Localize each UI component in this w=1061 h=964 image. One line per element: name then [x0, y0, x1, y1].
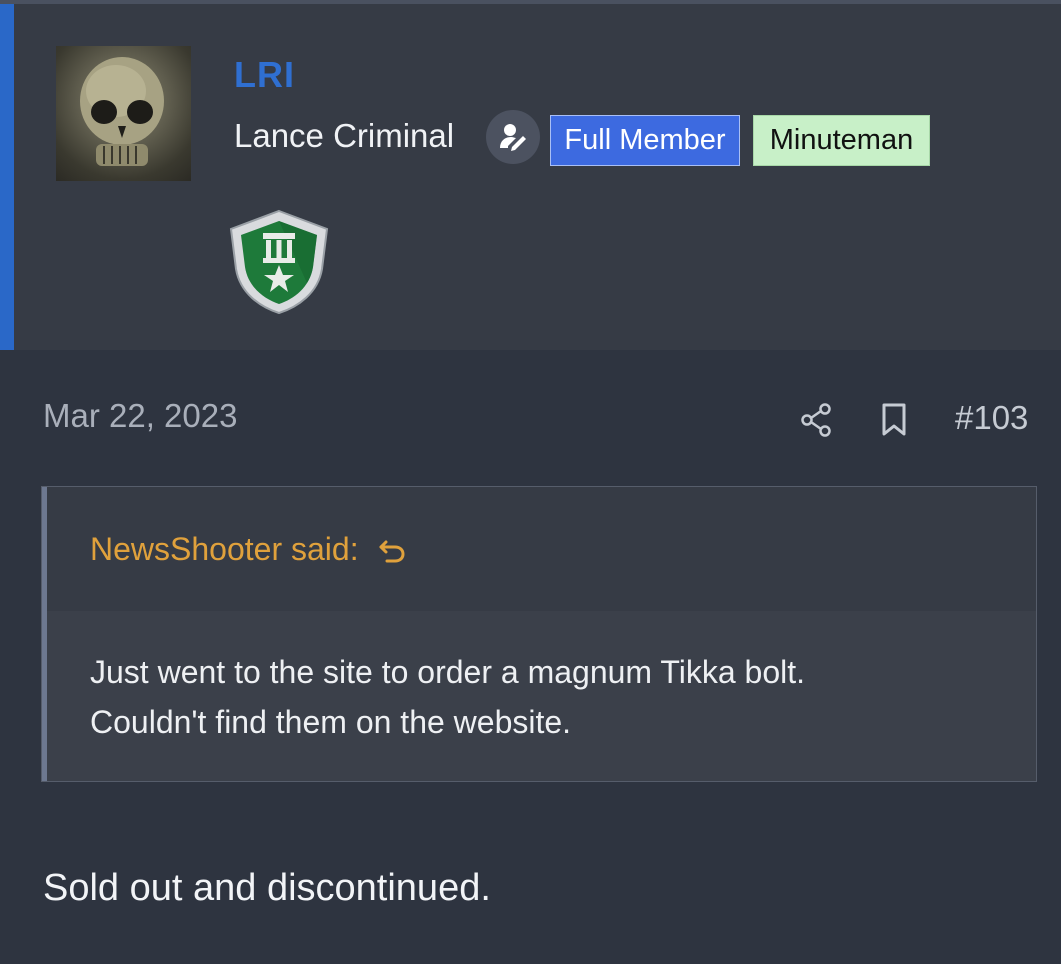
post-number-link[interactable]: #103 [955, 399, 1028, 437]
share-icon[interactable] [800, 402, 834, 438]
trophy-shield-icon[interactable] [226, 207, 332, 317]
quote-line: Just went to the site to order a magnum … [90, 654, 806, 690]
user-card-accent [0, 4, 14, 350]
quote-line: Couldn't find them on the website. [90, 704, 572, 740]
skull-avatar-image [80, 57, 164, 166]
avatar[interactable] [56, 46, 191, 181]
badge-full-member: Full Member [550, 115, 740, 166]
post-date[interactable]: Mar 22, 2023 [43, 397, 237, 435]
jump-to-quote-icon[interactable] [377, 535, 407, 565]
message-user-card: LRI Lance Criminal Full Member Minuteman [0, 4, 1061, 350]
post-body-text: Sold out and discontinued. [43, 867, 491, 909]
user-edit-icon [486, 110, 540, 164]
quote-block: NewsShooter said: Just went to the site … [41, 486, 1037, 782]
bookmark-icon[interactable] [880, 402, 908, 438]
quote-body: Just went to the site to order a magnum … [90, 647, 1006, 747]
user-title: Lance Criminal [234, 117, 455, 154]
quote-author-text[interactable]: NewsShooter said: [90, 531, 359, 568]
username-link[interactable]: LRI [234, 54, 295, 96]
quote-author-link[interactable]: NewsShooter said: [90, 531, 407, 568]
badge-minuteman: Minuteman [753, 115, 930, 166]
